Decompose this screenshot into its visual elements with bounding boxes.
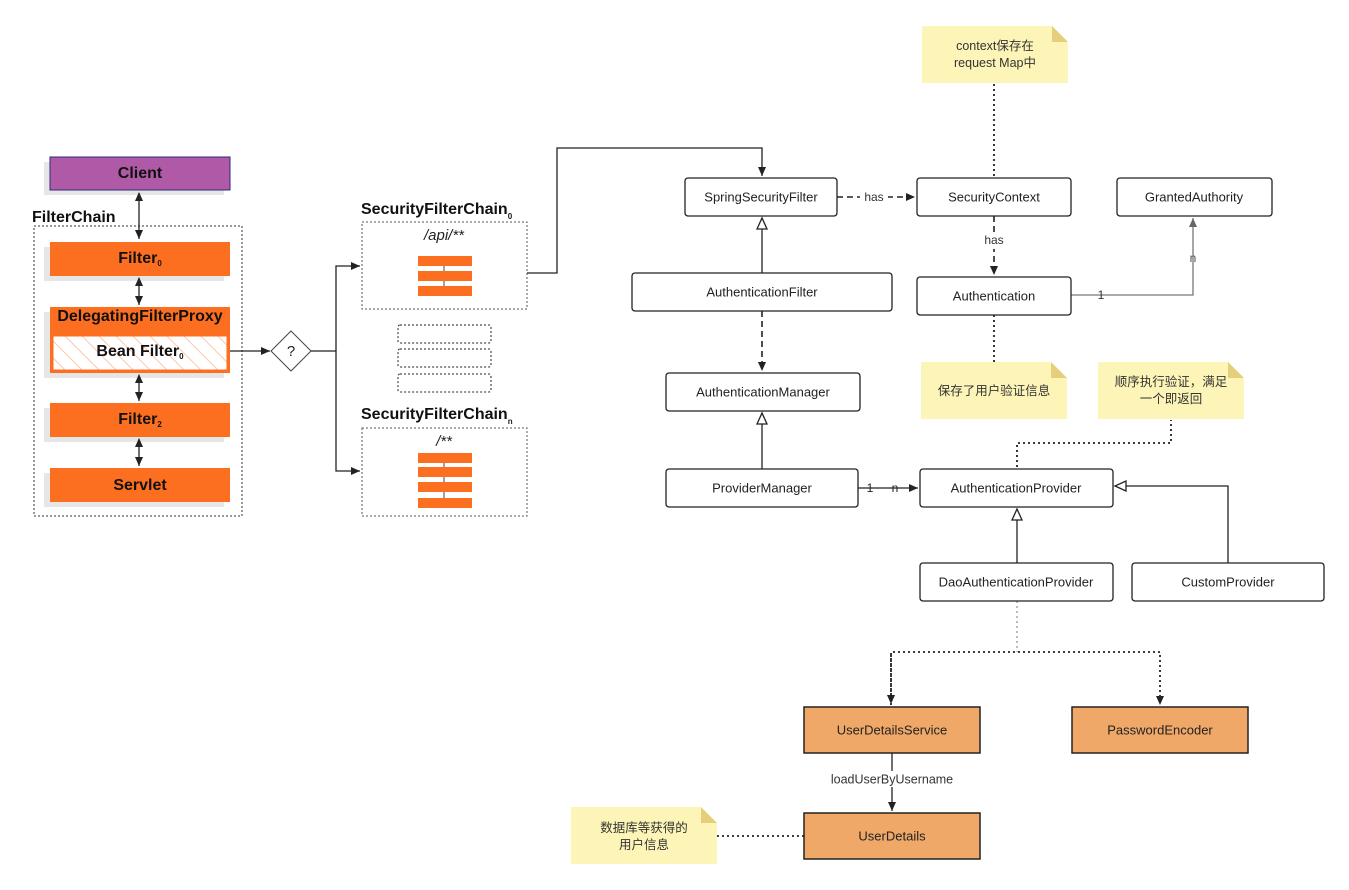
chain-placeholder — [397, 348, 492, 368]
decision-label: ? — [287, 343, 295, 360]
node-label: UserDetailsService — [837, 722, 948, 737]
chain0-title: SecurityFilterChain0 — [361, 201, 513, 221]
db-note: 数据库等获得的 用户信息 — [571, 807, 717, 864]
node-label: AuthenticationFilter — [706, 284, 818, 299]
has-label: has — [864, 190, 883, 204]
chainn-title: SecurityFilterChainn — [361, 406, 513, 426]
order-note: 顺序执行验证，满足 一个即返回 — [1098, 362, 1244, 419]
spring-security-architecture-diagram: Client FilterChain Filter0 DelegatingFil… — [32, 26, 1325, 864]
filter2-label: Filter2 — [118, 411, 162, 429]
multiplicity-label: 1 — [867, 481, 874, 495]
note-text: 保存了用户验证信息 — [938, 383, 1051, 398]
class-nodes: SpringSecurityFilter SecurityContext Gra… — [631, 177, 1325, 860]
node-label: DaoAuthenticationProvider — [939, 574, 1094, 589]
servlet-label: Servlet — [113, 477, 167, 494]
note-text: context保存在 — [956, 39, 1034, 53]
node-label: AuthenticationManager — [696, 384, 830, 399]
node-label: PasswordEncoder — [1107, 722, 1213, 737]
note-text: request Map中 — [954, 55, 1036, 70]
node-label: Authentication — [953, 288, 1035, 303]
chain0-pattern: /api/** — [423, 227, 465, 244]
note-text: 数据库等获得的 — [600, 820, 688, 835]
chain-placeholder — [397, 324, 492, 344]
load-user-label: loadUserByUsername — [831, 772, 953, 786]
multiplicity-label: n — [1190, 251, 1197, 265]
node-label: AuthenticationProvider — [951, 480, 1082, 495]
decision-chainn-arrow — [335, 351, 360, 475]
note-text: 一个即返回 — [1140, 392, 1203, 406]
dfp-label: DelegatingFilterProxy — [57, 308, 222, 325]
multiplicity-label: 1 — [1098, 288, 1105, 302]
node-label: ProviderManager — [712, 480, 812, 495]
chain-placeholder — [397, 373, 492, 393]
has-label: has — [984, 233, 1003, 247]
note-text: 顺序执行验证，满足 — [1115, 374, 1228, 389]
decision-chain0-arrow — [311, 262, 360, 352]
multiplicity-label: n — [892, 481, 899, 495]
filter0-label: Filter0 — [118, 250, 162, 268]
node-label: GrantedAuthority — [1145, 189, 1244, 204]
filter-chain-group: Client FilterChain Filter0 DelegatingFil… — [32, 156, 360, 517]
node-label: UserDetails — [858, 828, 926, 843]
chainn-pattern: /** — [435, 433, 453, 450]
client-label: Client — [118, 165, 163, 182]
node-label: SpringSecurityFilter — [704, 189, 818, 204]
node-label: SecurityContext — [948, 189, 1040, 204]
filter-chain-label: FilterChain — [32, 209, 116, 226]
note-text: 用户信息 — [619, 837, 669, 852]
auth-info-note: 保存了用户验证信息 — [921, 362, 1067, 419]
node-label: CustomProvider — [1181, 574, 1275, 589]
bean-filter-label: Bean Filter0 — [96, 343, 184, 361]
context-note: context保存在 request Map中 — [922, 26, 1068, 83]
